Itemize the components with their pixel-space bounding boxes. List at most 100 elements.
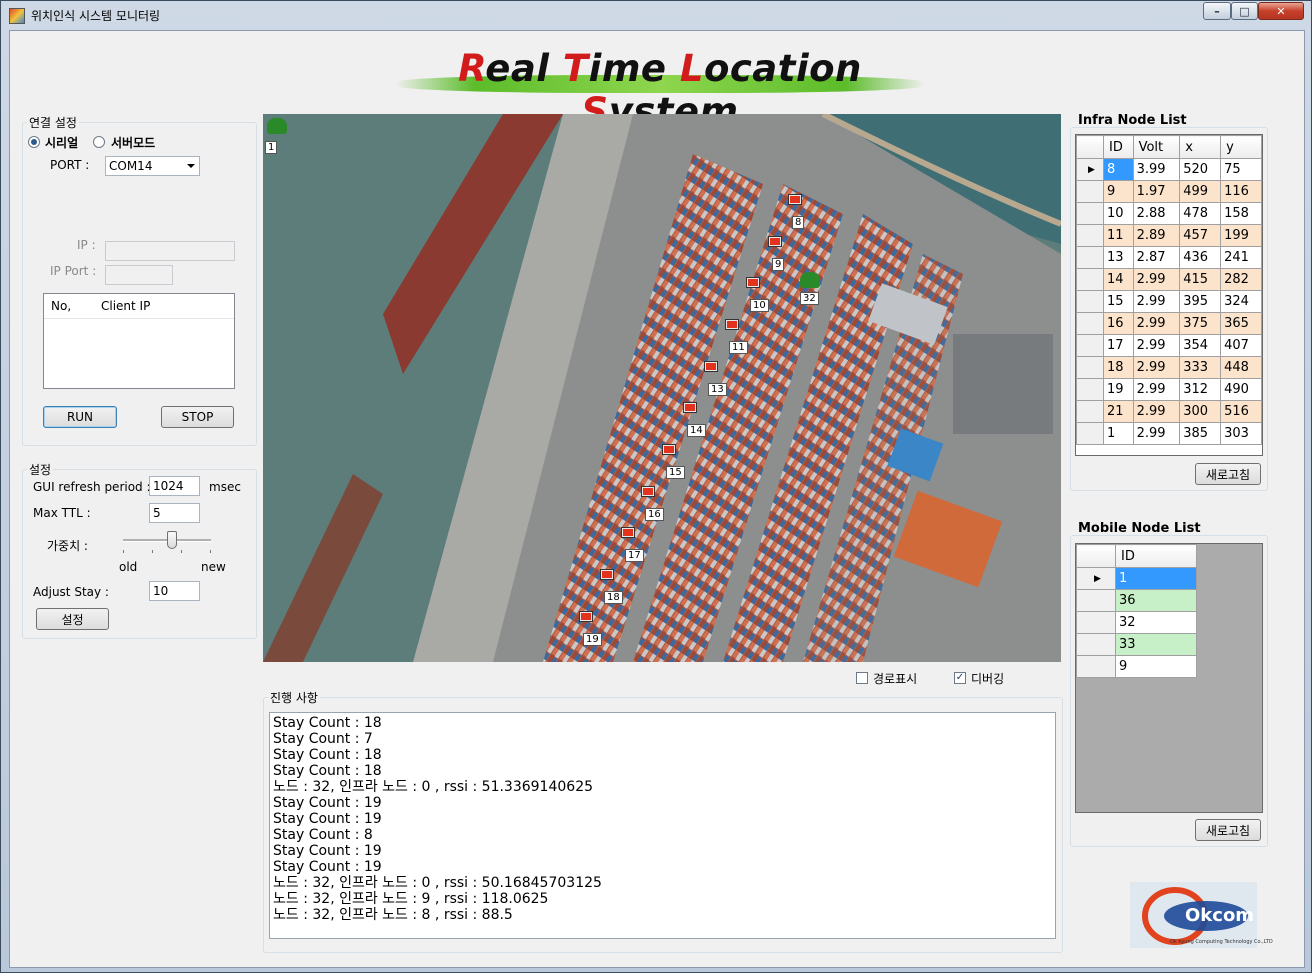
server-mode-label[interactable]: 서버모드 bbox=[111, 134, 155, 151]
infra-cell[interactable]: 1 bbox=[1103, 422, 1134, 445]
infra-refresh-button[interactable]: 새로고침 bbox=[1195, 463, 1261, 485]
infra-row[interactable]: 14 2.99 415 282 bbox=[1076, 268, 1262, 291]
column-client-ip[interactable]: Client IP bbox=[101, 299, 150, 313]
infra-cell[interactable]: 15 bbox=[1103, 290, 1134, 313]
weight-slider[interactable] bbox=[123, 531, 213, 553]
row-selector[interactable]: ▶ bbox=[1076, 567, 1116, 590]
mobile-cell[interactable]: 36 bbox=[1115, 589, 1197, 612]
infra-cell[interactable]: 11 bbox=[1103, 224, 1134, 247]
row-selector[interactable] bbox=[1076, 224, 1104, 247]
minimize-button[interactable]: – bbox=[1203, 2, 1231, 20]
title-bar[interactable]: 위치인식 시스템 모니터링 – □ ✕ bbox=[1, 1, 1311, 29]
infra-flag-icon[interactable] bbox=[725, 319, 739, 330]
column-no[interactable]: No, bbox=[51, 299, 71, 313]
infra-row[interactable]: 15 2.99 395 324 bbox=[1076, 290, 1262, 313]
row-selector[interactable] bbox=[1076, 312, 1104, 335]
satellite-map[interactable]: 1 32 8 9 10 11 13 14 15 16 17 18 19 bbox=[263, 114, 1061, 662]
infra-cell[interactable]: 14 bbox=[1103, 268, 1134, 291]
infra-cell[interactable]: 448 bbox=[1220, 356, 1262, 379]
infra-cell[interactable]: 407 bbox=[1220, 334, 1262, 357]
tracked-node-icon[interactable] bbox=[800, 272, 820, 288]
chevron-down-icon[interactable] bbox=[187, 164, 195, 168]
mobile-node-grid[interactable]: ID ▶ 1 36 32 33 9 bbox=[1075, 543, 1263, 813]
progress-log[interactable]: Stay Count : 18 Stay Count : 7 Stay Count … bbox=[269, 712, 1056, 939]
ip-port-input[interactable] bbox=[105, 265, 173, 285]
path-display-checkbox[interactable] bbox=[856, 672, 868, 684]
infra-row[interactable]: 10 2.88 478 158 bbox=[1076, 202, 1262, 225]
row-selector[interactable] bbox=[1076, 589, 1116, 612]
infra-cell[interactable]: 8 bbox=[1103, 158, 1134, 181]
infra-node-table[interactable]: ID Volt x y ▶ 8 3.99 520 75 9 1.97 499 116 10 2.88 478 1… bbox=[1076, 135, 1262, 445]
mobile-cell[interactable]: 9 bbox=[1115, 655, 1197, 678]
infra-cell[interactable]: 2.99 bbox=[1132, 422, 1181, 445]
infra-cell[interactable]: 10 bbox=[1103, 202, 1134, 225]
infra-cell[interactable]: 16 bbox=[1103, 312, 1134, 335]
infra-cell[interactable]: 282 bbox=[1220, 268, 1262, 291]
stop-button[interactable]: STOP bbox=[161, 406, 234, 428]
infra-row[interactable]: 21 2.99 300 516 bbox=[1076, 400, 1262, 423]
infra-cell[interactable]: 2.89 bbox=[1132, 224, 1181, 247]
client-ip-list[interactable]: No, Client IP bbox=[43, 293, 235, 389]
infra-cell[interactable]: 17 bbox=[1103, 334, 1134, 357]
infra-row[interactable]: 19 2.99 312 490 bbox=[1076, 378, 1262, 401]
max-ttl-input[interactable]: 5 bbox=[149, 503, 200, 523]
infra-cell[interactable]: 2.88 bbox=[1132, 202, 1181, 225]
row-selector[interactable] bbox=[1076, 378, 1104, 401]
infra-cell[interactable]: 478 bbox=[1179, 202, 1222, 225]
debug-label[interactable]: 디버깅 bbox=[971, 670, 1004, 687]
infra-flag-icon[interactable] bbox=[600, 569, 614, 580]
infra-row[interactable]: 16 2.99 375 365 bbox=[1076, 312, 1262, 335]
infra-cell[interactable]: 13 bbox=[1103, 246, 1134, 269]
mobile-node-icon[interactable] bbox=[267, 118, 287, 134]
server-mode-radio[interactable] bbox=[93, 136, 105, 148]
infra-flag-icon[interactable] bbox=[683, 402, 697, 413]
row-selector[interactable] bbox=[1076, 611, 1116, 634]
infra-cell[interactable]: 1.97 bbox=[1132, 180, 1181, 203]
infra-row[interactable]: 13 2.87 436 241 bbox=[1076, 246, 1262, 269]
infra-cell[interactable]: 2.99 bbox=[1132, 312, 1181, 335]
mobile-cell[interactable]: 1 bbox=[1115, 567, 1197, 590]
infra-row[interactable]: 9 1.97 499 116 bbox=[1076, 180, 1262, 203]
infra-cell[interactable]: 520 bbox=[1179, 158, 1222, 181]
ip-input[interactable] bbox=[105, 241, 235, 261]
row-selector[interactable] bbox=[1076, 334, 1104, 357]
row-selector[interactable] bbox=[1076, 400, 1104, 423]
adjust-stay-input[interactable]: 10 bbox=[149, 581, 200, 601]
infra-cell[interactable]: 116 bbox=[1220, 180, 1262, 203]
infra-cell[interactable]: 354 bbox=[1179, 334, 1222, 357]
apply-settings-button[interactable]: 설정 bbox=[36, 608, 109, 630]
infra-cell[interactable]: 365 bbox=[1220, 312, 1262, 335]
infra-cell[interactable]: 18 bbox=[1103, 356, 1134, 379]
infra-cell[interactable]: 375 bbox=[1179, 312, 1222, 335]
infra-cell[interactable]: 2.99 bbox=[1132, 268, 1181, 291]
infra-row[interactable]: 18 2.99 333 448 bbox=[1076, 356, 1262, 379]
maximize-button[interactable]: □ bbox=[1231, 2, 1258, 20]
infra-cell[interactable]: 300 bbox=[1179, 400, 1222, 423]
mobile-row[interactable]: 32 bbox=[1076, 611, 1197, 634]
infra-flag-icon[interactable] bbox=[621, 527, 635, 538]
infra-cell[interactable]: 2.87 bbox=[1132, 246, 1181, 269]
infra-cell[interactable]: 9 bbox=[1103, 180, 1134, 203]
mobile-node-table[interactable]: ID ▶ 1 36 32 33 9 bbox=[1076, 544, 1197, 678]
infra-cell[interactable]: 490 bbox=[1220, 378, 1262, 401]
infra-cell[interactable]: 21 bbox=[1103, 400, 1134, 423]
infra-cell[interactable]: 199 bbox=[1220, 224, 1262, 247]
infra-flag-icon[interactable] bbox=[641, 486, 655, 497]
infra-row[interactable]: 11 2.89 457 199 bbox=[1076, 224, 1262, 247]
serial-radio[interactable] bbox=[28, 136, 40, 148]
path-display-label[interactable]: 경로표시 bbox=[873, 670, 917, 687]
run-button[interactable]: RUN bbox=[43, 406, 117, 428]
slider-thumb[interactable] bbox=[167, 531, 177, 549]
row-selector[interactable] bbox=[1076, 246, 1104, 269]
infra-cell[interactable]: 457 bbox=[1179, 224, 1222, 247]
infra-cell[interactable]: 516 bbox=[1220, 400, 1262, 423]
infra-cell[interactable]: 499 bbox=[1179, 180, 1222, 203]
infra-cell[interactable]: 3.99 bbox=[1132, 158, 1181, 181]
infra-cell[interactable]: 2.99 bbox=[1132, 378, 1181, 401]
infra-row[interactable]: 17 2.99 354 407 bbox=[1076, 334, 1262, 357]
infra-cell[interactable]: 2.99 bbox=[1132, 400, 1181, 423]
infra-flag-icon[interactable] bbox=[662, 444, 676, 455]
infra-row[interactable]: 1 2.99 385 303 bbox=[1076, 422, 1262, 445]
mobile-row[interactable]: ▶ 1 bbox=[1076, 567, 1197, 590]
row-selector[interactable] bbox=[1076, 422, 1104, 445]
